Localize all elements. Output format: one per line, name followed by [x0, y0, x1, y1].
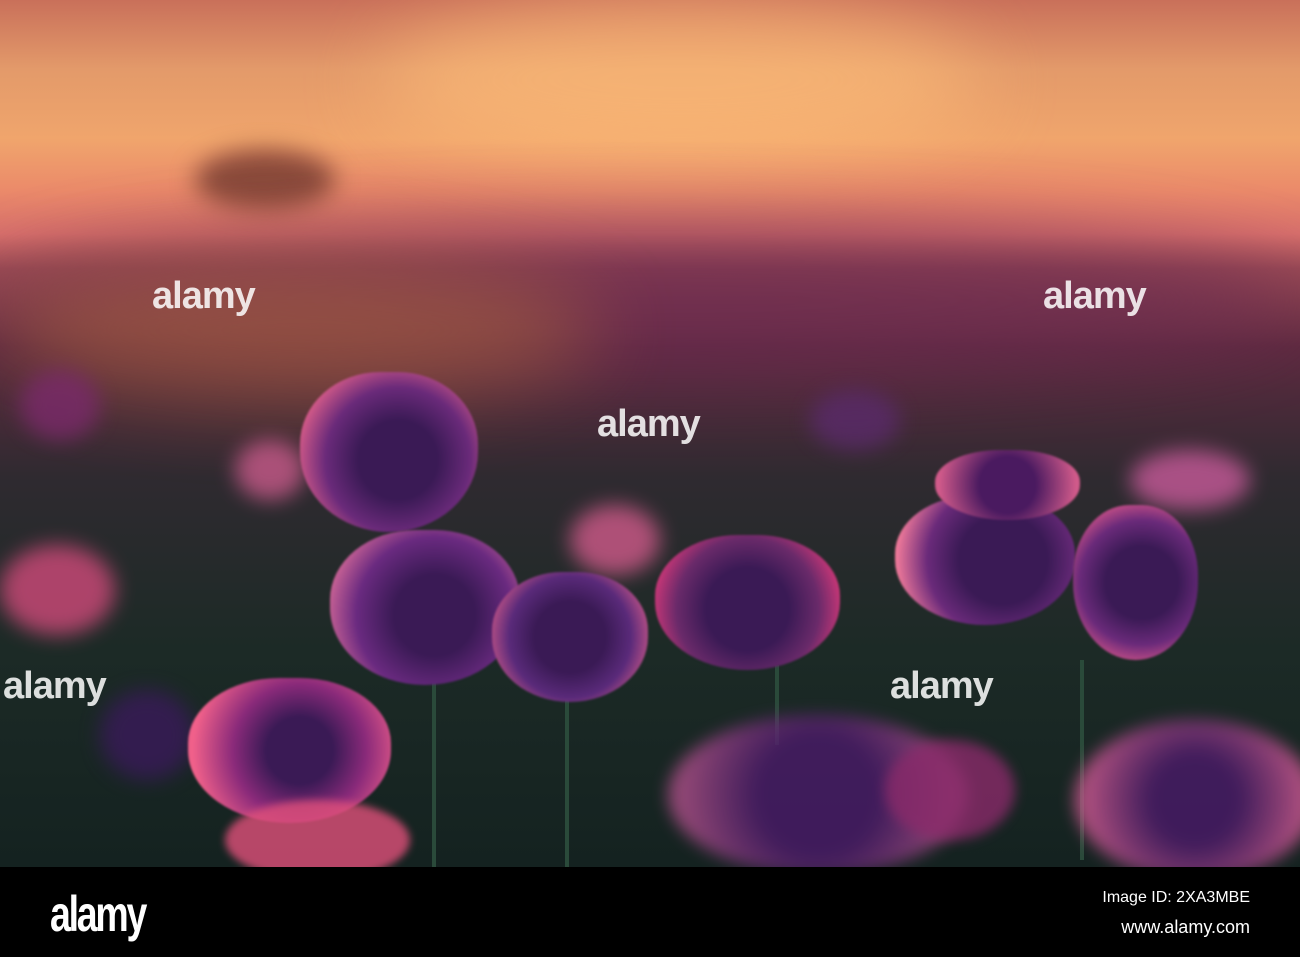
background-poppy	[100, 690, 195, 780]
foreground-poppy	[225, 800, 410, 867]
stem	[432, 680, 436, 867]
foreground-poppy	[885, 740, 1015, 840]
tree-silhouette	[195, 150, 335, 210]
poppy-flower	[935, 450, 1080, 520]
alamy-logo: alamy	[50, 886, 147, 942]
background-poppy	[235, 440, 305, 500]
watermark: alamy	[3, 665, 107, 707]
image-id: Image ID: 2XA3MBE	[1102, 889, 1250, 906]
background-poppy	[570, 505, 660, 575]
sun-glow	[380, 0, 980, 160]
background-poppy	[810, 390, 900, 450]
golden-field	[0, 260, 600, 400]
background-poppy	[1130, 450, 1250, 510]
footer-bar: alamy Image ID: 2XA3MBE www.alamy.com	[0, 867, 1300, 957]
watermark: alamy	[1043, 275, 1147, 317]
watermark: alamy	[597, 403, 701, 445]
stem	[565, 690, 569, 867]
background-poppy	[20, 370, 100, 440]
poppy-flower	[300, 372, 478, 532]
watermark: alamy	[890, 665, 994, 707]
photo: alamy alamy alamy alamy alamy	[0, 0, 1300, 867]
background-poppy	[0, 545, 115, 635]
poppy-flower	[1073, 505, 1198, 660]
poppy-flower	[492, 572, 648, 702]
foreground-poppy	[1075, 720, 1300, 867]
poppy-flower	[655, 535, 840, 670]
watermark: alamy	[152, 275, 256, 317]
poppy-flower	[330, 530, 520, 685]
site-url: www.alamy.com	[1121, 917, 1250, 937]
